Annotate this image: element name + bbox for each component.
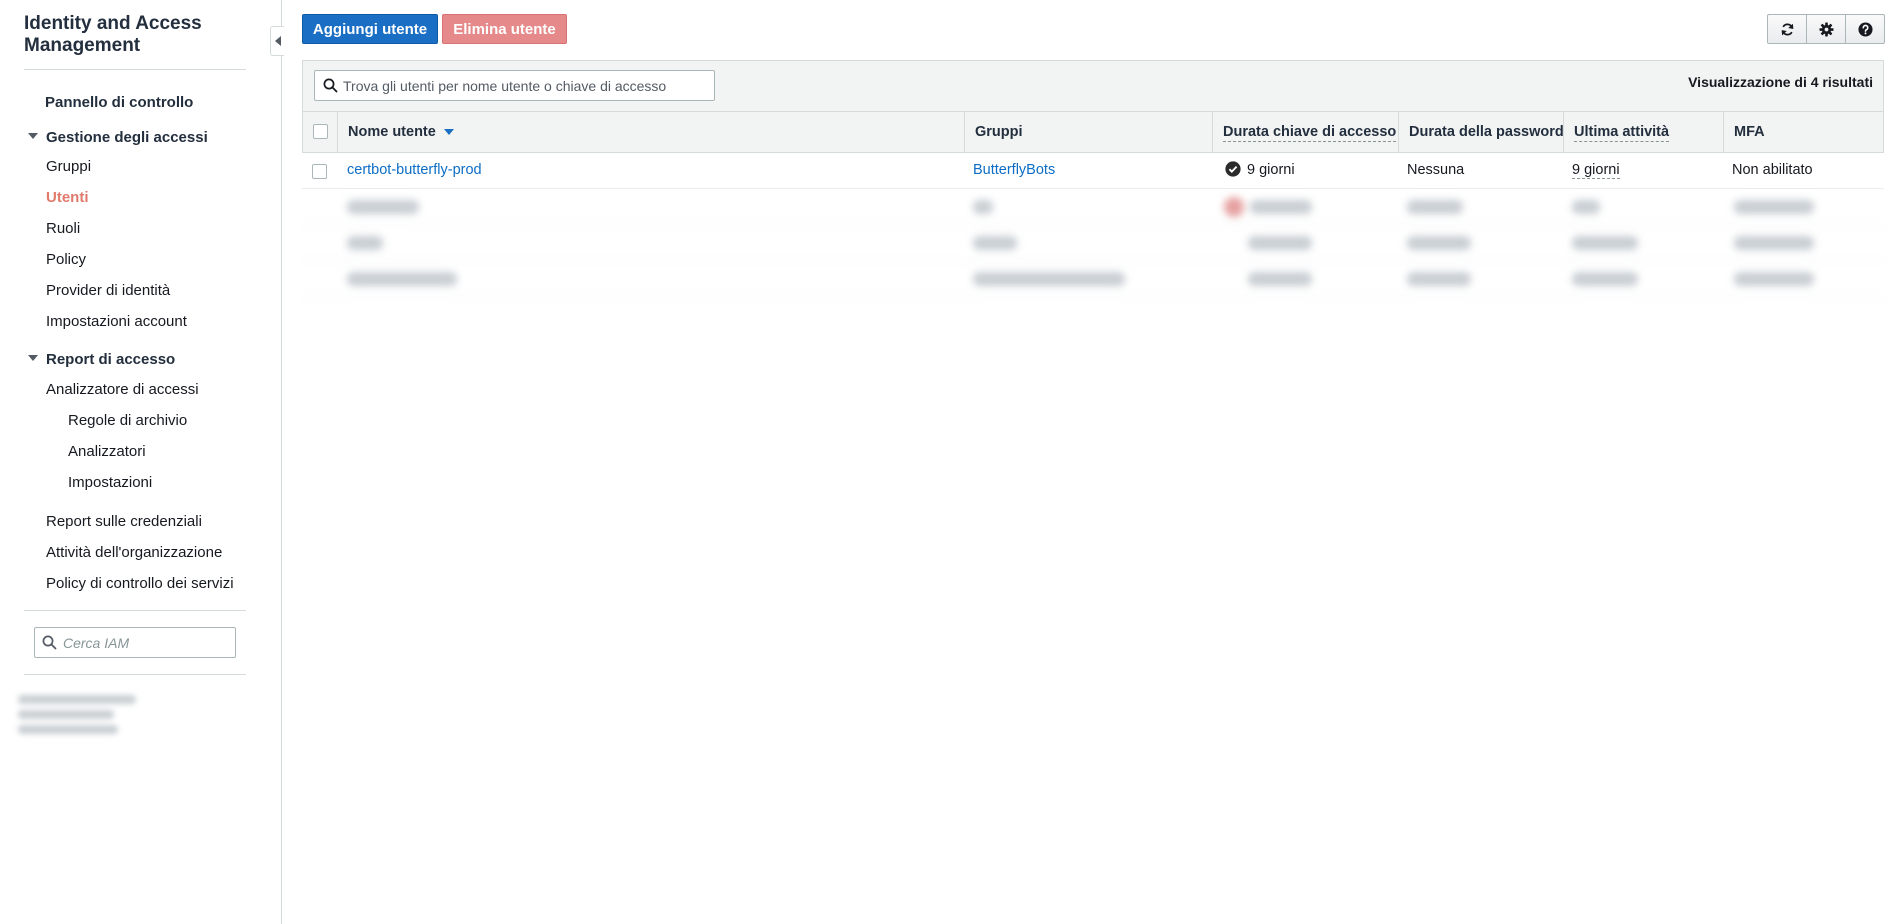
table-row-redacted	[302, 225, 1884, 261]
column-header-access-key-age[interactable]: Durata chiave di accesso	[1212, 112, 1398, 152]
redacted-cell	[1572, 272, 1638, 286]
sidebar-item-label: Utenti	[46, 189, 89, 206]
column-header-groups[interactable]: Gruppi	[964, 112, 1212, 152]
redacted-cell	[1572, 200, 1600, 214]
sidebar-item-credential-report[interactable]: Report sulle credenziali	[46, 513, 202, 530]
access-key-age-cell: 9 giorni	[1225, 153, 1295, 189]
redacted-cell	[1407, 200, 1463, 214]
redacted-cell	[347, 236, 383, 250]
check-circle-icon	[1225, 161, 1241, 177]
iam-search-box	[34, 627, 236, 658]
sidebar-item-users[interactable]: Utenti	[46, 189, 89, 206]
redacted-cell	[1407, 272, 1471, 286]
sidebar-item-organization-activity[interactable]: Attività dell'organizzazione	[46, 544, 222, 561]
sort-descending-icon	[443, 129, 454, 136]
sidebar-divider	[24, 69, 246, 70]
help-icon	[1857, 21, 1873, 37]
user-name-link[interactable]: certbot-butterfly-prod	[347, 153, 482, 189]
column-header-label: Gruppi	[975, 124, 1023, 140]
redacted-cell	[347, 200, 419, 214]
sidebar-item-access-analyzer[interactable]: Analizzatore di accessi	[46, 381, 199, 398]
redacted-cell	[973, 272, 1125, 286]
redacted-cell	[1250, 200, 1312, 214]
sidebar-item-roles[interactable]: Ruoli	[46, 220, 80, 237]
select-all-checkbox[interactable]	[313, 124, 328, 139]
users-table-panel: Visualizzazione di 4 risultati Nome uten…	[302, 60, 1884, 306]
redacted-cell	[1734, 272, 1814, 286]
sidebar-section-label: Gestione degli accessi	[46, 129, 208, 146]
user-groups-link[interactable]: ButterflyBots	[973, 153, 1055, 189]
column-header-password-age[interactable]: Durata della password	[1398, 112, 1564, 152]
add-user-button[interactable]: Aggiungi utente	[302, 14, 438, 44]
last-activity-value: 9 giorni	[1572, 162, 1620, 179]
sidebar-item-groups[interactable]: Gruppi	[46, 158, 91, 175]
results-count: Visualizzazione di 4 risultati	[1688, 74, 1873, 90]
sidebar-item-dashboard[interactable]: Pannello di controllo	[45, 94, 193, 111]
service-title[interactable]: Identity and Access Management	[24, 13, 244, 57]
sidebar-item-policies[interactable]: Policy	[46, 251, 86, 268]
column-header-label: Ultima attività	[1574, 124, 1670, 142]
sidebar-divider	[24, 674, 246, 675]
redacted-cell	[973, 236, 1017, 250]
sidebar-item-archive-rules[interactable]: Regole di archivio	[68, 412, 187, 429]
row-checkbox[interactable]	[312, 164, 327, 179]
redacted-cell	[1734, 200, 1814, 214]
column-header-label: Nome utente	[348, 124, 436, 140]
user-search-box	[314, 70, 715, 101]
sidebar-item-analyzer-settings[interactable]: Impostazioni	[68, 474, 152, 491]
column-header-last-activity[interactable]: Ultima attività	[1563, 112, 1723, 152]
column-header-label: Durata della password	[1409, 124, 1564, 140]
help-button[interactable]	[1845, 14, 1885, 44]
password-age-cell: Nessuna	[1407, 162, 1465, 178]
redacted-cell	[1248, 236, 1312, 250]
search-icon	[42, 635, 57, 650]
collapse-sidebar-button[interactable]	[270, 26, 284, 56]
iam-search-input[interactable]	[63, 632, 231, 654]
toolbar-icon-buttons	[1767, 14, 1885, 44]
access-key-age-value: 9 giorni	[1247, 162, 1295, 178]
refresh-icon	[1781, 22, 1793, 36]
sidebar-divider	[24, 610, 246, 611]
redacted-cell	[1407, 236, 1471, 250]
table-row-redacted	[302, 261, 1884, 297]
table-header: Nome utente Gruppi Durata chiave di acce…	[302, 111, 1884, 153]
column-header-label: Durata chiave di accesso	[1223, 124, 1397, 142]
sidebar-section-access-management[interactable]: Gestione degli accessi	[28, 129, 208, 146]
table-filter-bar: Visualizzazione di 4 risultati	[302, 60, 1884, 111]
settings-button[interactable]	[1806, 14, 1846, 44]
sidebar: Identity and Access Management Pannello …	[0, 0, 282, 924]
refresh-button[interactable]	[1767, 14, 1807, 44]
caret-down-icon	[28, 355, 38, 362]
sidebar-section-access-reports[interactable]: Report di accesso	[28, 351, 175, 368]
table-row[interactable]: certbot-butterfly-prod ButterflyBots 9 g…	[302, 153, 1884, 189]
delete-user-button[interactable]: Elimina utente	[442, 14, 567, 44]
mfa-cell: Non abilitato	[1732, 162, 1813, 178]
column-header-label: MFA	[1734, 124, 1765, 140]
redacted-account-info	[18, 695, 136, 740]
sidebar-section-label: Report di accesso	[46, 351, 176, 368]
redacted-cell	[1734, 236, 1814, 250]
gear-icon	[1818, 21, 1834, 37]
redacted-cell	[1572, 236, 1638, 250]
search-icon	[323, 78, 338, 93]
sidebar-item-service-control-policies[interactable]: Policy di controllo dei servizi	[46, 575, 234, 592]
user-search-input[interactable]	[343, 75, 709, 97]
sidebar-item-identity-providers[interactable]: Provider di identità	[46, 282, 170, 299]
caret-down-icon	[28, 133, 38, 140]
redacted-cell	[347, 272, 457, 286]
redacted-cell	[973, 200, 993, 214]
redacted-cell	[1248, 272, 1312, 286]
table-row-redacted	[302, 189, 1884, 225]
column-header-username[interactable]: Nome utente	[337, 112, 849, 152]
redacted-status-icon	[1224, 197, 1244, 217]
sidebar-item-account-settings[interactable]: Impostazioni account	[46, 313, 187, 330]
last-activity-cell: 9 giorni	[1572, 153, 1620, 189]
column-header-mfa[interactable]: MFA	[1723, 112, 1883, 152]
sidebar-item-analyzers[interactable]: Analizzatori	[68, 443, 146, 460]
